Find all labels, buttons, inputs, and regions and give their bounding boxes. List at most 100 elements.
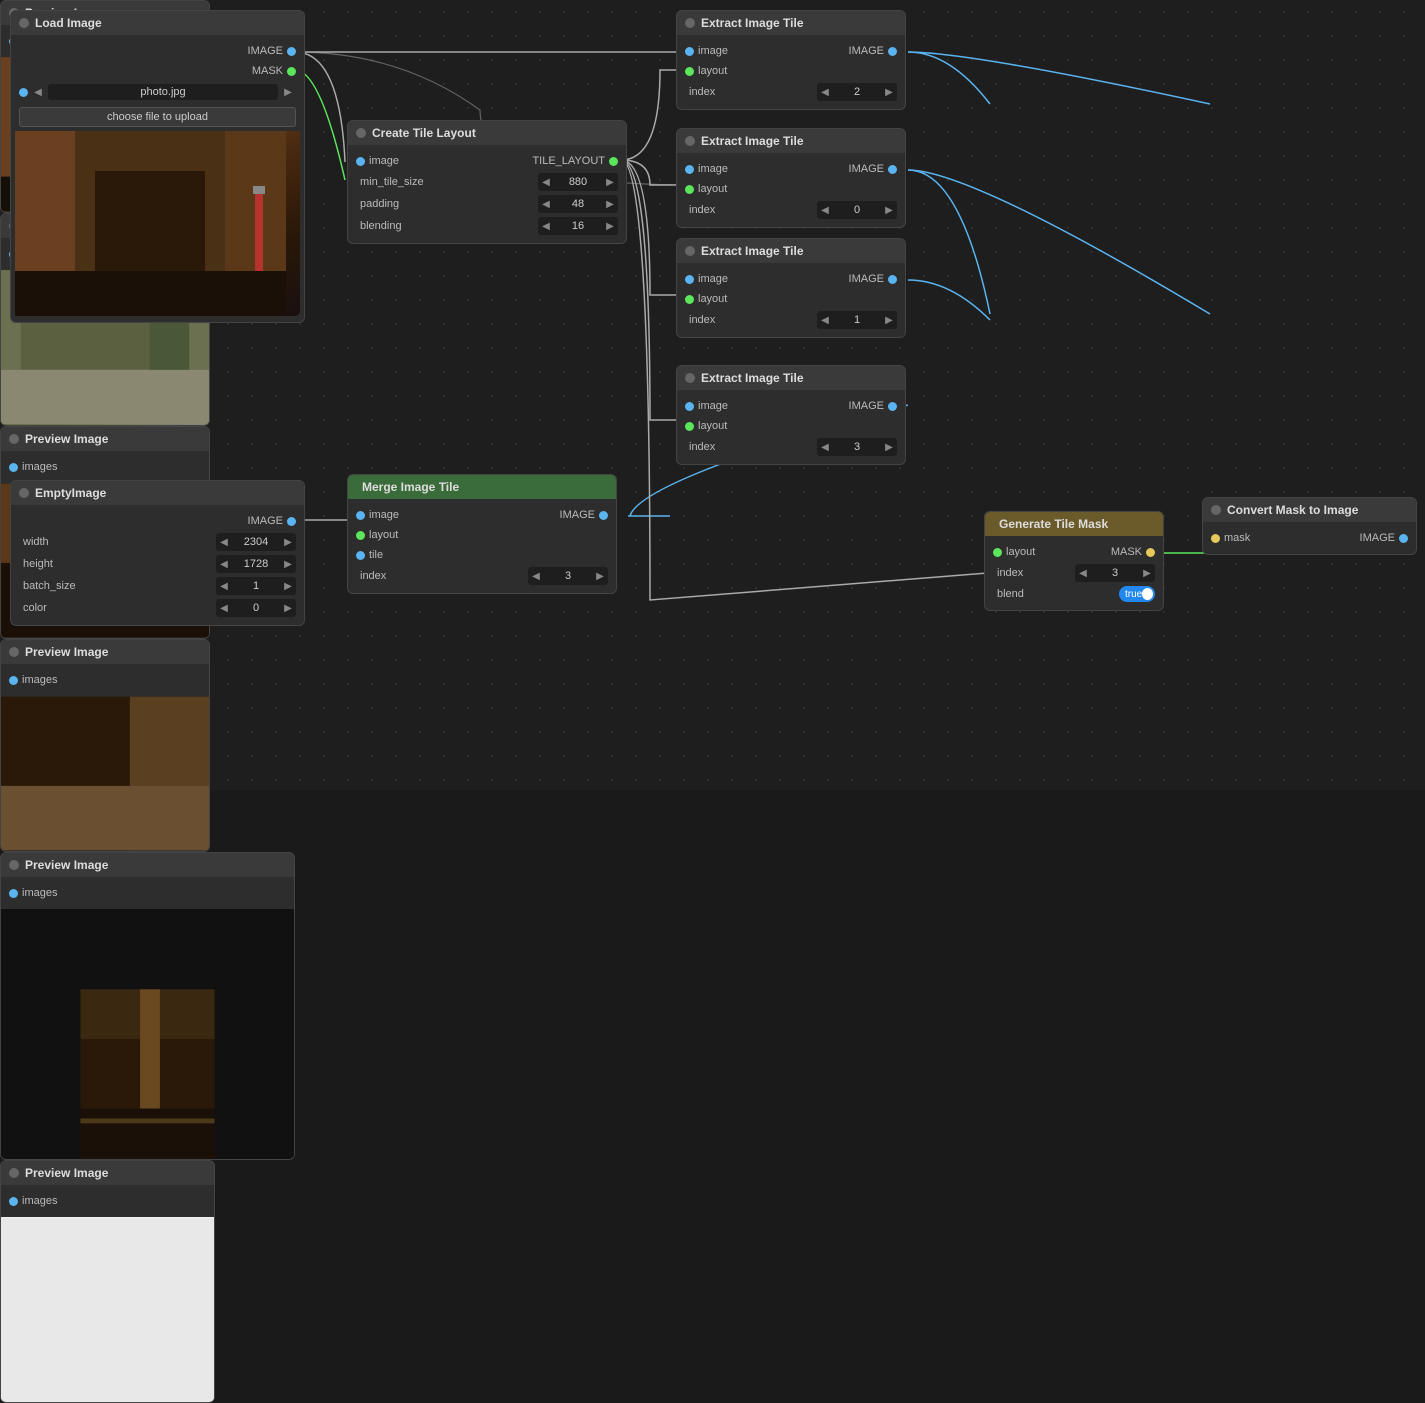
merge-out-port[interactable] [599,511,608,520]
gen-index-prev[interactable]: ◀ [1075,564,1091,582]
extract3-header: Extract Image Tile [677,239,905,263]
gen-index-next[interactable]: ▶ [1139,564,1155,582]
gen-out-port[interactable] [1146,548,1155,557]
ext1-out-port[interactable] [888,47,897,56]
ext2-image-in[interactable] [685,165,694,174]
load-image-mask-label: MASK [252,65,283,77]
preview4-title: Preview Image [25,645,108,659]
merge-tile-label: tile [369,549,383,561]
load-image-dot [19,18,29,28]
preview4-images-label: images [22,674,57,686]
min-tile-next[interactable]: ▶ [602,173,618,191]
ext3-index-label: index [685,314,815,326]
gen-blend-value: true [1121,589,1142,600]
extract4-dot [685,373,695,383]
empty-out-port[interactable] [287,517,296,526]
preview5-img [1,909,294,1159]
batch-prev[interactable]: ◀ [216,577,232,595]
gen-index-label: index [993,567,1073,579]
extract4-header: Extract Image Tile [677,366,905,390]
file-prev-arrow[interactable]: ◀ [30,83,46,101]
ext3-index-value: 1 [833,314,881,326]
ext1-index-prev[interactable]: ◀ [817,83,833,101]
blending-prev[interactable]: ◀ [538,217,554,235]
merge-layout-in[interactable] [356,531,365,540]
ext4-image-in[interactable] [685,402,694,411]
merge-tile-in[interactable] [356,551,365,560]
preview4-header: Preview Image [1,640,209,664]
padding-prev[interactable]: ◀ [538,195,554,213]
extract2-dot [685,136,695,146]
preview6-images-in[interactable] [9,1197,18,1206]
choose-file-button[interactable]: choose file to upload [19,107,296,127]
file-next-arrow[interactable]: ▶ [280,83,296,101]
width-prev[interactable]: ◀ [216,533,232,551]
convert-mask-dot [1211,505,1221,515]
preview5-images-label: images [22,887,57,899]
merge-index-value: 3 [544,570,592,582]
extract1-title: Extract Image Tile [701,16,804,30]
conv-out-port[interactable] [1399,534,1408,543]
merge-image-in[interactable] [356,511,365,520]
height-prev[interactable]: ◀ [216,555,232,573]
preview6-dot [9,1168,19,1178]
padding-value: 48 [554,198,602,210]
merge-index-next[interactable]: ▶ [592,567,608,585]
ext3-index-next[interactable]: ▶ [881,311,897,329]
ext2-index-next[interactable]: ▶ [881,201,897,219]
merge-layout-label: layout [369,529,398,541]
ext4-layout-in[interactable] [685,422,694,431]
blending-next[interactable]: ▶ [602,217,618,235]
width-next[interactable]: ▶ [280,533,296,551]
load-image-mask-port[interactable] [287,67,296,76]
ext1-image-in[interactable] [685,47,694,56]
load-image-title: Load Image [35,16,102,30]
batch-next[interactable]: ▶ [280,577,296,595]
width-label: width [19,536,214,548]
gen-blend-toggle[interactable]: true [1119,586,1155,602]
ext3-index-prev[interactable]: ◀ [817,311,833,329]
load-image-image-port[interactable] [287,47,296,56]
create-tile-title: Create Tile Layout [372,126,476,140]
min-tile-size-label: min_tile_size [356,176,536,188]
ext2-out-port[interactable] [888,165,897,174]
gen-layout-in[interactable] [993,548,1002,557]
ext3-layout-in[interactable] [685,295,694,304]
color-next[interactable]: ▶ [280,599,296,617]
merge-image-label: image [369,509,399,521]
blending-label: blending [356,220,536,232]
preview-5-node: Preview Image images [0,852,295,1160]
ext3-out-port[interactable] [888,275,897,284]
gen-blend-label: blend [993,588,1119,600]
padding-next[interactable]: ▶ [602,195,618,213]
ext3-image-in[interactable] [685,275,694,284]
create-tile-header: Create Tile Layout [348,121,626,145]
create-tile-image-in[interactable] [356,157,365,166]
ext2-layout-in[interactable] [685,185,694,194]
conv-mask-in[interactable] [1211,534,1220,543]
ext4-index-label: index [685,441,815,453]
ext4-index-prev[interactable]: ◀ [817,438,833,456]
height-next[interactable]: ▶ [280,555,296,573]
merge-index-prev[interactable]: ◀ [528,567,544,585]
ext1-layout-in[interactable] [685,67,694,76]
convert-mask-title: Convert Mask to Image [1227,503,1358,517]
ext4-index-next[interactable]: ▶ [881,438,897,456]
preview4-images-in[interactable] [9,676,18,685]
ext1-out-label: IMAGE [849,45,884,57]
ext2-index-prev[interactable]: ◀ [817,201,833,219]
load-image-in-port[interactable] [19,88,28,97]
min-tile-prev[interactable]: ◀ [538,173,554,191]
preview-4-node: Preview Image images [0,639,210,852]
preview5-title: Preview Image [25,858,108,872]
preview5-images-in[interactable] [9,889,18,898]
color-prev[interactable]: ◀ [216,599,232,617]
ext1-index-next[interactable]: ▶ [881,83,897,101]
create-tile-out-port[interactable] [609,157,618,166]
ext4-out-port[interactable] [888,402,897,411]
merge-tile-header: Merge Image Tile [348,475,616,499]
merge-tile-node: Merge Image Tile image IMAGE layout [347,474,617,594]
preview3-images-in[interactable] [9,463,18,472]
preview5-dot [9,860,19,870]
gen-out-label: MASK [1111,546,1142,558]
